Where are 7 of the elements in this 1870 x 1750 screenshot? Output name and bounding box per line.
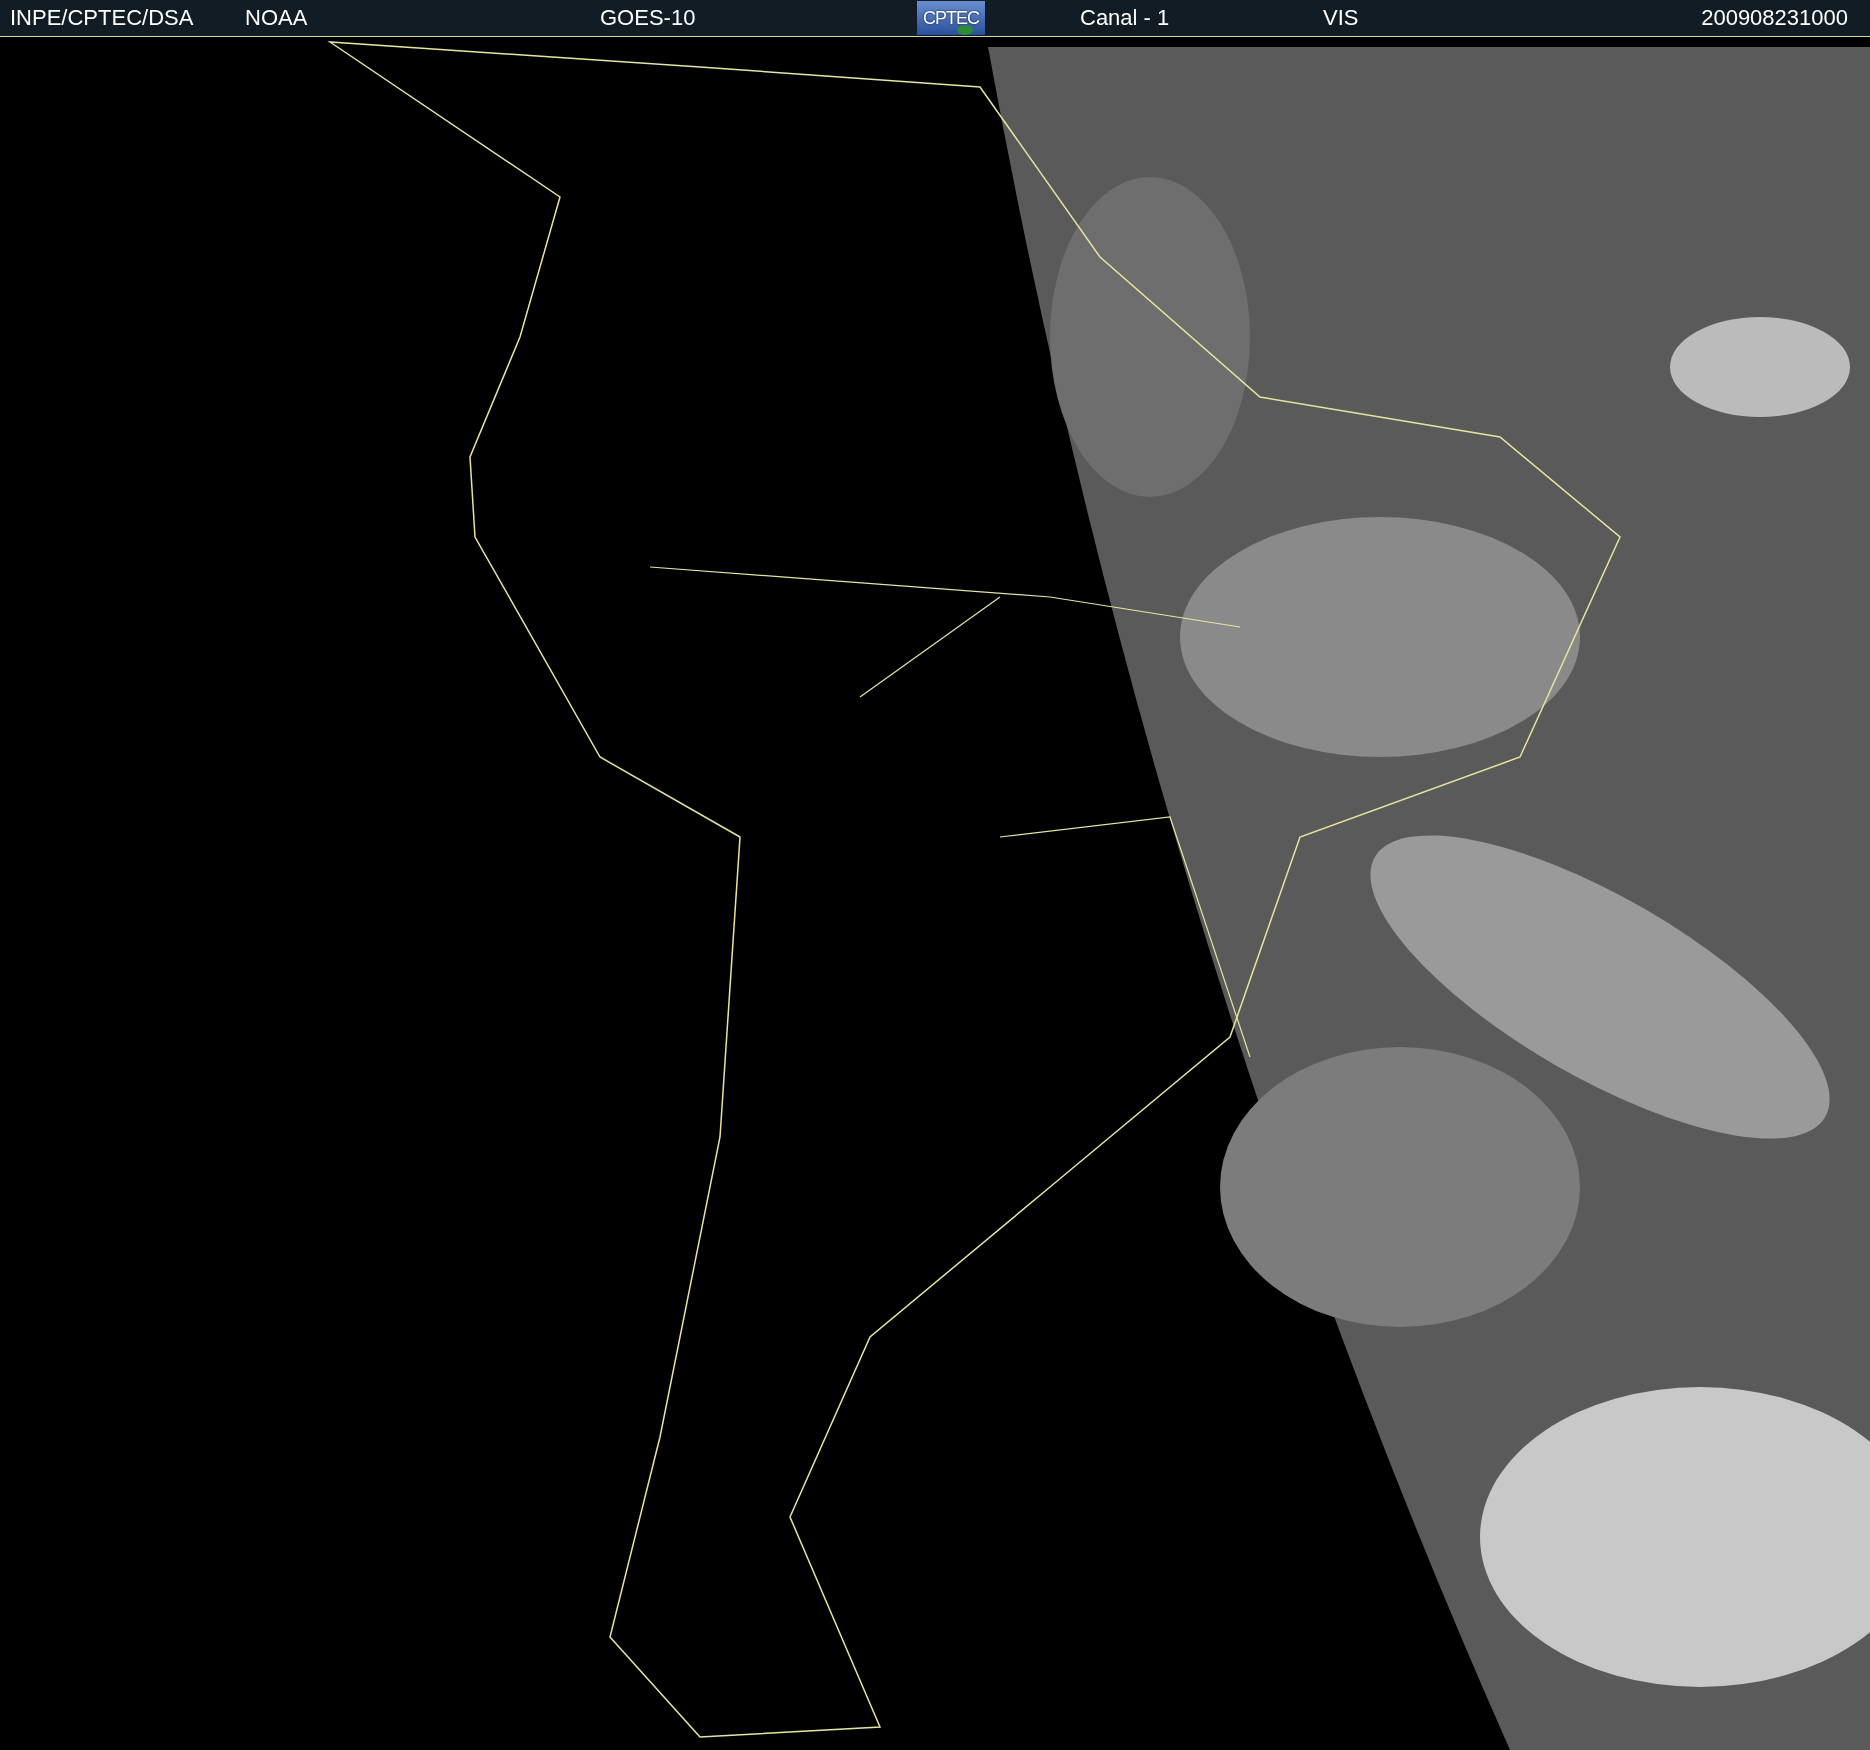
logo: CPTEC	[917, 1, 985, 35]
header-label: VIS	[1323, 5, 1360, 31]
header-label: 200908231000	[1701, 5, 1848, 31]
header-label: Canal - 1	[1080, 5, 1171, 31]
header-label: NOAA	[245, 5, 309, 31]
header-label: INPE/CPTEC/DSA	[10, 5, 195, 31]
header-label: GOES-10	[600, 5, 697, 31]
